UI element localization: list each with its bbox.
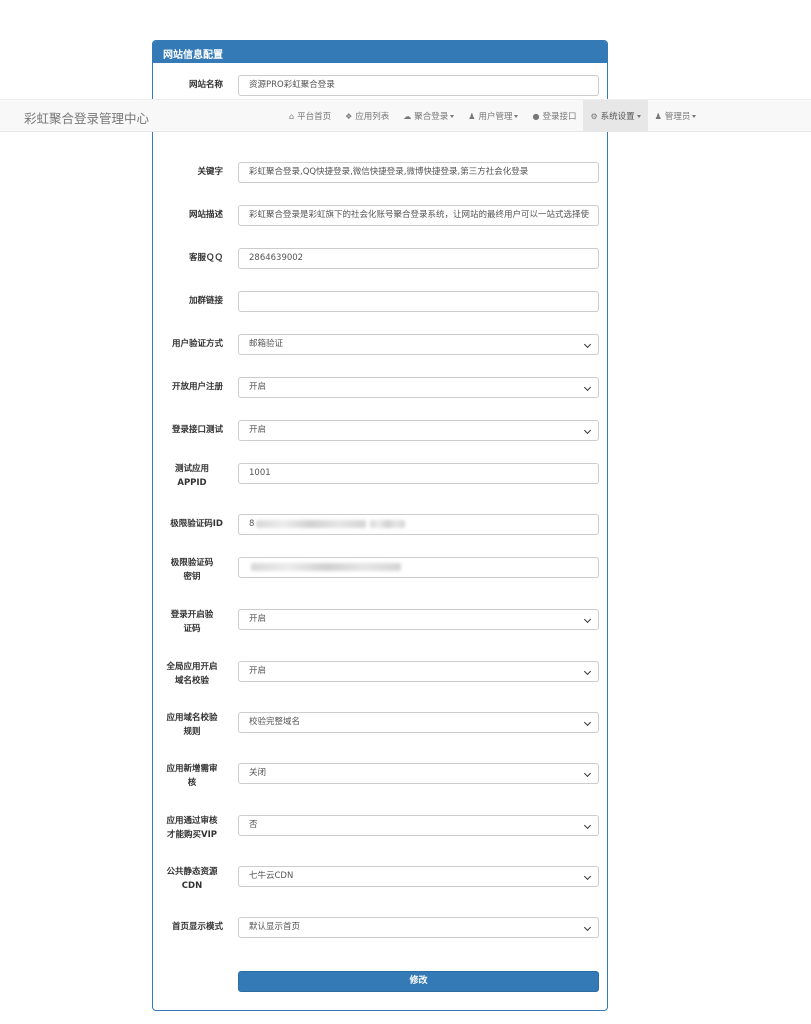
select-field[interactable]: 开启 — [238, 661, 599, 682]
field-label: 应用域名校验 规则 — [166, 713, 218, 737]
nav-item-label: 聚合登录 — [414, 112, 449, 122]
nav-item-label: 管理员 — [664, 112, 691, 122]
select-field[interactable]: 否 — [238, 815, 599, 836]
nav-menu: ⌂ 平台首页 ❖ 应用列表 ☁ 聚合登录 ♟ 用户管理 ● 登录接口 ⚙ 系统设置 ♟ 管理员 — [282, 100, 703, 132]
nav-item-6[interactable]: ♟ 管理员 — [648, 100, 704, 132]
select-field[interactable]: 开启 — [238, 609, 599, 630]
nav-item-1[interactable]: ❖ 应用列表 — [338, 100, 396, 132]
gear-icon: ⚙ — [590, 111, 598, 121]
field-label: 测试应用 APPID — [174, 464, 209, 488]
field-label: 加群链接 — [188, 296, 223, 306]
field-label: 关键字 — [197, 167, 223, 177]
select-field[interactable]: 校验完整域名 — [238, 712, 599, 733]
field-label: 应用新增需审 核 — [166, 764, 218, 788]
field-label: 网站描述 — [188, 210, 223, 220]
caret-down-icon — [514, 114, 519, 118]
nav-item-label: 登录接口 — [542, 112, 577, 122]
cloud-icon: ☁ — [403, 111, 412, 121]
nav-item-label: 应用列表 — [355, 112, 390, 122]
nav-item-label: 系统设置 — [600, 112, 635, 122]
home-icon: ⌂ — [289, 111, 295, 121]
nav-item-2[interactable]: ☁ 聚合登录 — [396, 100, 461, 132]
text-input[interactable] — [238, 291, 599, 312]
select-field[interactable]: 开启 — [238, 420, 599, 441]
select-field[interactable]: 默认显示首页 — [238, 917, 599, 938]
text-input[interactable]: 8 — [238, 514, 599, 535]
field-label: 登录接口测试 — [171, 425, 223, 435]
select-field[interactable]: 七牛云CDN — [238, 866, 599, 887]
site-config-panel: 网站信息配置 网站名称 资源PRO彩虹聚合登录关键字 彩虹聚合登录,QQ快捷登录,微… — [152, 40, 608, 1011]
panel-title: 网站信息配置 — [153, 41, 607, 63]
field-label: 登录开启验 证码 — [170, 610, 214, 634]
nav-item-4[interactable]: ● 登录接口 — [525, 100, 583, 132]
select-field[interactable]: 关闭 — [238, 763, 599, 784]
nav-item-0[interactable]: ⌂ 平台首页 — [282, 100, 338, 132]
field-label: 极限验证码 密钥 — [170, 558, 214, 582]
field-label: 客服ＱＱ — [188, 253, 223, 263]
navbar-brand[interactable]: 彩虹聚合登录管理中心 — [24, 108, 149, 127]
cubes-icon: ❖ — [345, 111, 353, 121]
top-navbar: 彩虹聚合登录管理中心 ⌂ 平台首页 ❖ 应用列表 ☁ 聚合登录 ♟ 用户管理 ● 登录接口 ⚙ 系统设… — [0, 99, 811, 132]
nav-item-label: 用户管理 — [478, 112, 513, 122]
text-input[interactable] — [238, 557, 599, 578]
field-label: 开放用户注册 — [171, 382, 223, 392]
nav-item-3[interactable]: ♟ 用户管理 — [461, 100, 525, 132]
caret-down-icon — [692, 114, 697, 118]
nav-item-label: 平台首页 — [297, 112, 332, 122]
text-input[interactable]: 1001 — [238, 463, 599, 484]
caret-down-icon — [450, 114, 455, 118]
caret-down-icon — [636, 114, 641, 118]
text-input[interactable]: 彩虹聚合登录,QQ快捷登录,微信快捷登录,微博快捷登录,第三方社会化登录 — [238, 162, 599, 183]
field-label: 网站名称 — [188, 80, 223, 90]
redacted-value — [251, 562, 401, 571]
text-input[interactable]: 彩虹聚合登录是彩虹旗下的社会化账号聚合登录系统，让网站的最终用户可以一站式选择使 — [238, 205, 599, 226]
user-icon: ♟ — [468, 111, 476, 121]
field-label: 全局应用开启 域名校验 — [166, 662, 218, 686]
text-input[interactable]: 2864639002 — [238, 248, 599, 269]
nav-item-5[interactable]: ⚙ 系统设置 — [583, 100, 648, 132]
field-value: 8 — [249, 519, 255, 529]
select-field[interactable]: 开启 — [238, 377, 599, 398]
plug-icon: ● — [532, 111, 540, 121]
field-label: 应用通过审核 才能购买VIP — [166, 816, 218, 840]
redacted-value — [370, 519, 406, 528]
select-field[interactable]: 邮箱验证 — [238, 334, 599, 355]
field-label: 用户验证方式 — [171, 339, 223, 349]
text-input[interactable]: 资源PRO彩虹聚合登录 — [238, 75, 599, 96]
field-label: 首页显示模式 — [171, 922, 223, 932]
field-label: 极限验证码ID — [170, 519, 223, 529]
user-icon: ♟ — [654, 111, 662, 121]
field-label: 公共静态资源 CDN — [166, 867, 218, 891]
submit-button[interactable]: 修改 — [238, 971, 599, 992]
redacted-value — [256, 519, 367, 528]
